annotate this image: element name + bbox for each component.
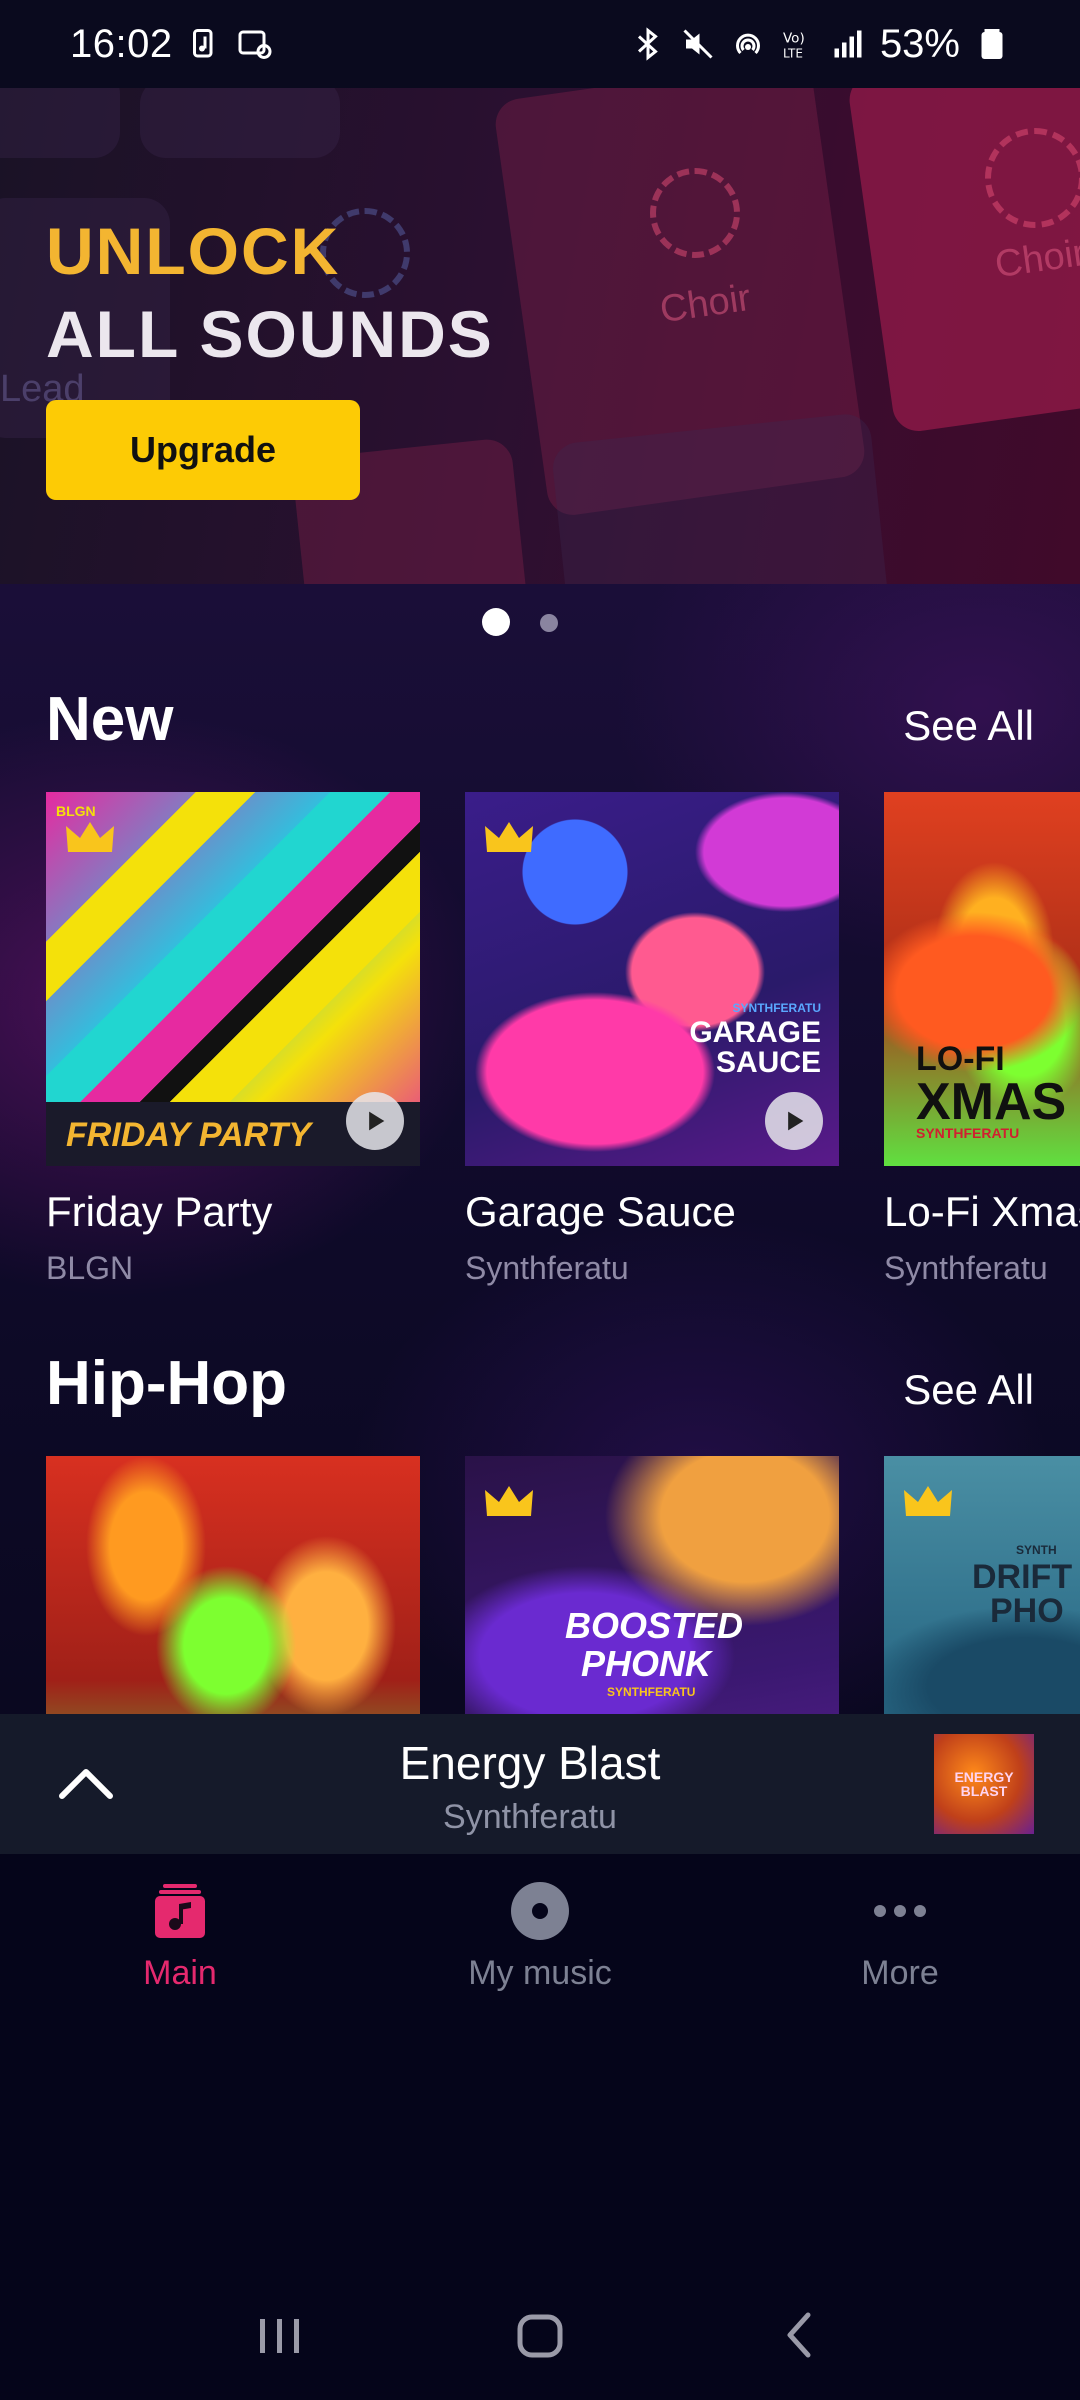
- pad-ring: [985, 128, 1080, 228]
- page-dot: [540, 614, 558, 632]
- svg-text:LTE: LTE: [783, 47, 803, 61]
- cover-title-line1: BOOSTED: [565, 1605, 744, 1646]
- play-button[interactable]: [765, 1092, 823, 1150]
- mini-player[interactable]: Energy Blast Synthferatu ENERGY BLAST: [0, 1714, 1080, 1854]
- recent-apps-icon[interactable]: [250, 2305, 310, 2365]
- more-dots-icon: [874, 1905, 926, 1917]
- album-card-drift-phonk[interactable]: SYNTH DRIFT PHO: [884, 1456, 1080, 1714]
- album-cover: LO-FI XMAS SYNTHFERATU: [884, 792, 1080, 1166]
- now-playing-title: Energy Blast: [399, 1737, 661, 1789]
- album-card-garage-sauce[interactable]: SYNTHFERATU GARAGE SAUCE Garage Sauce Sy…: [465, 792, 839, 1287]
- status-time: 16:02: [70, 21, 173, 66]
- cover-title-line1: DRIFT: [972, 1558, 1073, 1596]
- section-title-hip-hop: Hip-Hop: [46, 1349, 288, 1418]
- nav-my-music[interactable]: My music: [360, 1854, 720, 2014]
- album-title: Friday Party: [46, 1188, 273, 1235]
- battery-level: 53%: [879, 21, 960, 66]
- svg-text:Vo): Vo): [783, 31, 805, 47]
- signal-icon: [834, 30, 862, 58]
- cover-brand: SYNTHFERATU: [607, 1685, 696, 1699]
- volte-icon: Vo)LTE: [783, 31, 805, 61]
- banner-headline-sounds: ALL SOUNDS: [46, 297, 494, 371]
- banner-page-indicator: [0, 608, 1080, 636]
- album-cover: BOOSTED PHONK SYNTHFERATU: [465, 1456, 839, 1714]
- crown-icon: [485, 1486, 533, 1516]
- banner-pad: [0, 88, 120, 158]
- nav-label-main: Main: [143, 1954, 217, 1992]
- album-artist: BLGN: [46, 1250, 134, 1286]
- nav-more[interactable]: More: [720, 1854, 1080, 2014]
- now-playing-artist: Synthferatu: [443, 1798, 617, 1836]
- play-icon: [369, 1111, 385, 1131]
- page-dot-active: [482, 608, 510, 636]
- album-card-lofi-xmas[interactable]: LO-FI XMAS SYNTHFERATU Lo-Fi Xmas Synthf…: [884, 792, 1080, 1287]
- album-artist: Synthferatu: [465, 1250, 629, 1286]
- cover-title-line2: XMAS: [916, 1073, 1067, 1131]
- music-note-icon: [155, 1884, 205, 1938]
- album-card-boosted-phonk[interactable]: BOOSTED PHONK SYNTHFERATU: [465, 1456, 839, 1714]
- cover-title-line1: GARAGE: [689, 1016, 821, 1049]
- crown-icon: [485, 822, 533, 852]
- cover-title-line1: LO-FI: [916, 1040, 1005, 1078]
- battery-icon: [981, 29, 1003, 59]
- album-title: Garage Sauce: [465, 1188, 736, 1235]
- play-icon: [788, 1111, 804, 1131]
- system-nav-bar: [0, 2270, 1080, 2400]
- hotspot-icon: [735, 33, 760, 55]
- crown-icon: [904, 1486, 952, 1516]
- disc-icon: [511, 1882, 569, 1940]
- album-artist: Synthferatu: [884, 1250, 1048, 1286]
- now-playing-art-text: ENERGY BLAST: [954, 1769, 1014, 1799]
- cover-brand: SYNTHFERATU: [916, 1125, 1020, 1141]
- cover-brand: BLGN: [56, 803, 96, 819]
- back-icon[interactable]: [770, 2305, 830, 2365]
- nav-main[interactable]: Main: [0, 1854, 360, 2014]
- banner-pad: [140, 88, 340, 158]
- screen-share-icon: [238, 30, 272, 59]
- cover-brand: SYNTHFERATU: [732, 1001, 821, 1015]
- cover-title-line2: PHO: [990, 1592, 1064, 1630]
- album-card-hiphop-1[interactable]: [46, 1456, 420, 1714]
- nav-label-more: More: [861, 1954, 939, 1992]
- album-title: Lo-Fi Xmas: [884, 1188, 1080, 1235]
- music-note-icon: [192, 29, 213, 58]
- mute-icon: [683, 29, 713, 59]
- cover-brand: SYNTH: [1016, 1543, 1057, 1557]
- banner-headline-unlock: UNLOCK: [46, 214, 341, 288]
- album-cover: [46, 1456, 420, 1714]
- now-playing-art[interactable]: ENERGY BLAST: [934, 1734, 1034, 1834]
- cover-title-line2: PHONK: [581, 1643, 712, 1684]
- album-cover: SYNTH DRIFT PHO: [884, 1456, 1080, 1714]
- status-bar: 16:02 Vo) LTE 53%: [0, 0, 1080, 88]
- see-all-hip-hop-button[interactable]: See All: [903, 1366, 1034, 1414]
- nav-label-my-music: My music: [468, 1954, 612, 1992]
- crown-icon: [66, 822, 114, 852]
- bluetooth-icon: [637, 27, 658, 61]
- cover-title: FRIDAY PARTY: [66, 1116, 311, 1154]
- section-title-new: New: [46, 685, 174, 754]
- cover-title-line2: SAUCE: [715, 1046, 821, 1079]
- main-content: New See All BLGN FRIDAY PARTY Friday Par…: [0, 584, 1080, 1714]
- home-icon[interactable]: [510, 2305, 570, 2365]
- album-card-friday-party[interactable]: BLGN FRIDAY PARTY Friday Party BLGN: [46, 792, 420, 1287]
- pad-ring: [650, 168, 740, 258]
- play-button[interactable]: [346, 1092, 404, 1150]
- see-all-new-button[interactable]: See All: [903, 702, 1034, 750]
- upgrade-banner[interactable]: Choir Choir Lead UNLOCK ALL SOUNDS Upgra…: [0, 88, 1080, 584]
- album-cover: BLGN FRIDAY PARTY: [46, 792, 420, 1166]
- album-cover: SYNTHFERATU GARAGE SAUCE: [465, 792, 839, 1166]
- upgrade-button[interactable]: Upgrade: [46, 400, 360, 500]
- bottom-nav: Main My music More: [0, 1854, 1080, 2014]
